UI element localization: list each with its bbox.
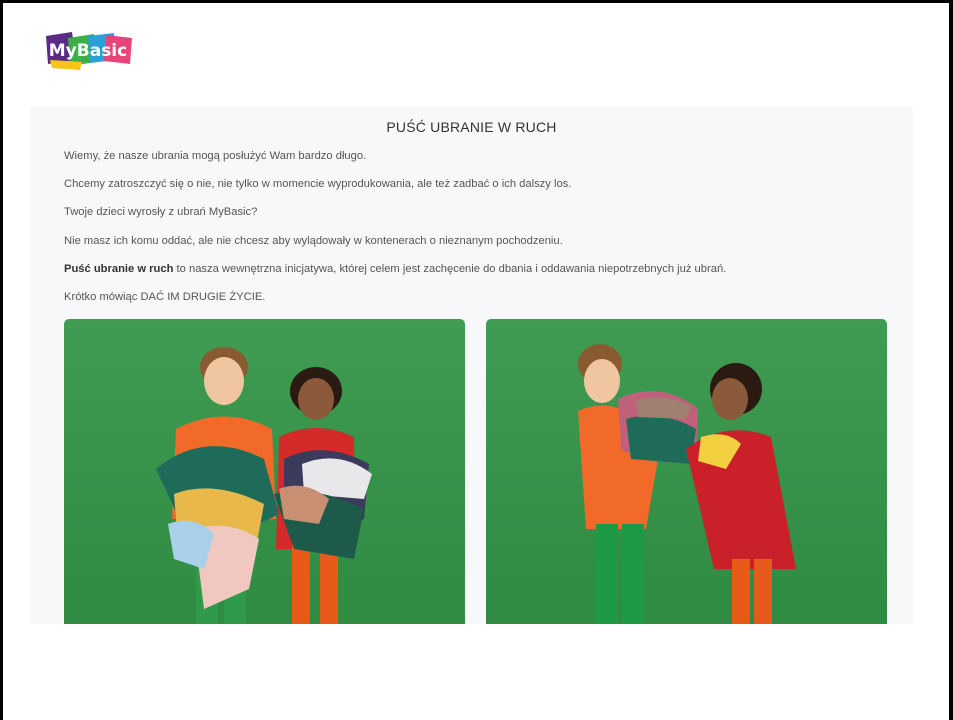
photo-kids-passing-clothes bbox=[486, 319, 887, 624]
paragraph-initiative: Puść ubranie w ruch to nasza wewnętrzna … bbox=[64, 263, 726, 275]
initiative-name: Puść ubranie w ruch bbox=[64, 263, 174, 275]
svg-text:MyBasic: MyBasic bbox=[49, 41, 127, 61]
paragraph-2: Chcemy zatroszczyć się o nie, nie tylko … bbox=[64, 178, 572, 190]
photo-kids-holding-clothes bbox=[64, 319, 465, 624]
initiative-description: to nasza wewnętrzna inicjatywa, której c… bbox=[173, 263, 727, 275]
page-title: PUŚĆ UBRANIE W RUCH bbox=[386, 119, 557, 135]
paragraph-3: Twoje dzieci wyrosły z ubrań MyBasic? bbox=[64, 206, 258, 218]
paragraph-4: Nie masz ich komu oddać, ale nie chcesz … bbox=[64, 235, 563, 247]
mybasic-logo[interactable]: MyBasic bbox=[42, 30, 134, 72]
paragraph-closing: Krótko mówiąc DAĆ IM DRUGIE ŻYCIE. bbox=[64, 291, 266, 303]
content-panel: PUŚĆ UBRANIE W RUCH Wiemy, że nasze ubra… bbox=[30, 107, 913, 624]
paragraph-1: Wiemy, że nasze ubrania mogą posłużyć Wa… bbox=[64, 150, 367, 162]
